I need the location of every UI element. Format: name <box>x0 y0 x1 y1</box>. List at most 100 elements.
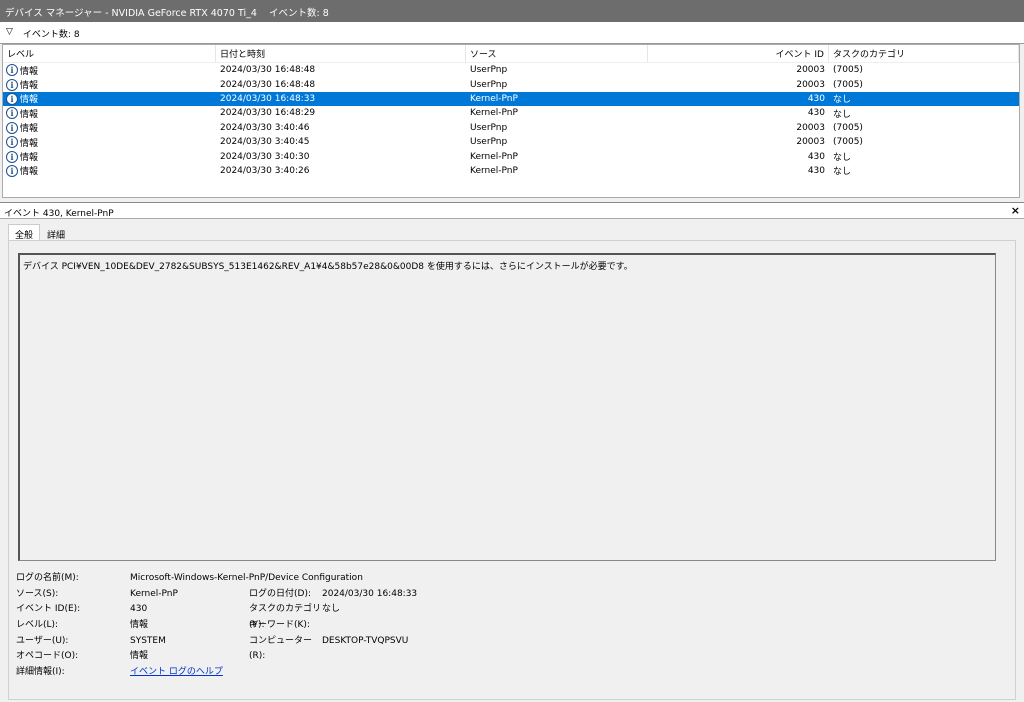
table-row[interactable]: i 情報 2024/03/30 3:40:30 Kernel-PnP 430 なし <box>3 149 1019 163</box>
info-icon: i <box>6 121 18 134</box>
date-cell: 2024/03/30 3:40:45 <box>220 137 310 148</box>
level-cell: i 情報 <box>3 150 216 163</box>
task-category-cell: (7005) <box>833 122 863 133</box>
date-cell: 2024/03/30 16:48:48 <box>220 79 316 90</box>
info-icon: i <box>6 164 18 177</box>
level-text: 情報 <box>20 138 39 149</box>
event-log-help-link[interactable]: イベント ログのヘルプ <box>130 665 223 681</box>
level-text: 情報 <box>20 95 39 106</box>
table-row[interactable]: i 情報 2024/03/30 3:40:26 Kernel-PnP 430 なし <box>3 164 1019 178</box>
event-id-cell: 20003 <box>796 122 825 133</box>
level-cell: i 情報 <box>3 121 216 134</box>
column-source[interactable]: ソース <box>466 45 648 62</box>
table-row[interactable]: i 情報 2024/03/30 16:48:48 UserPnp 20003 (7… <box>3 63 1019 77</box>
level-text: 情報 <box>20 81 39 92</box>
task-category-cell: なし <box>833 109 852 120</box>
event-id-cell: 430 <box>807 165 825 176</box>
source-cell: Kernel-PnP <box>470 151 518 162</box>
source-cell: UserPnp <box>470 79 508 90</box>
task-category-label: タスクのカテゴリ(Y): <box>249 604 322 631</box>
event-id-value: 430 <box>130 604 148 615</box>
event-message[interactable]: デバイス PCI¥VEN_10DE&DEV_2782&SUBSYS_513E14… <box>18 253 996 561</box>
date-value: 2024/03/30 16:48:33 <box>322 588 418 599</box>
info-icon: i <box>6 78 18 91</box>
event-id-cell: 430 <box>807 151 825 162</box>
level-cell: i 情報 <box>3 78 216 91</box>
computer-value: DESKTOP-TVQPSVU <box>322 635 409 646</box>
task-category-cell: なし <box>833 167 852 178</box>
date-cell: 2024/03/30 16:48:33 <box>220 93 316 104</box>
user-value: SYSTEM <box>130 635 166 646</box>
date-label: ログの日付(D): <box>249 588 311 599</box>
date-cell: 2024/03/30 16:48:29 <box>220 108 316 119</box>
date-cell: 2024/03/30 16:48:48 <box>220 65 316 76</box>
level-cell: i 情報 <box>3 92 216 105</box>
date-cell: 2024/03/30 3:40:30 <box>220 151 310 162</box>
task-category-cell: なし <box>833 153 852 164</box>
level-value: 情報 <box>130 620 149 631</box>
level-text: 情報 <box>20 153 39 164</box>
level-cell: i 情報 <box>3 136 216 149</box>
log-name-label: ログの名前(M): <box>16 573 79 583</box>
source-cell: UserPnp <box>470 65 508 76</box>
detail-title: イベント 430, Kernel-PnP <box>4 209 114 219</box>
window-title: デバイス マネージャー - NVIDIA GeForce RTX 4070 Ti… <box>0 0 1024 22</box>
filter-icon[interactable]: ▽ <box>6 27 13 38</box>
source-cell: UserPnp <box>470 122 508 133</box>
level-text: 情報 <box>20 66 39 77</box>
opcode-label: オペコード(O): <box>16 651 79 662</box>
event-list[interactable]: レベル 日付と時刻 ソース イベント ID タスクのカテゴリ i 情報 2024/… <box>2 44 1020 198</box>
task-category-cell: (7005) <box>833 79 863 90</box>
task-category-cell: (7005) <box>833 137 863 148</box>
source-value: Kernel-PnP <box>130 588 178 599</box>
level-cell: i 情報 <box>3 64 216 77</box>
more-info-label: 詳細情報(I): <box>16 667 65 678</box>
computer-label: コンピューター(R): <box>249 635 313 662</box>
level-cell: i 情報 <box>3 164 216 177</box>
event-count: イベント数: 8 <box>22 30 80 40</box>
task-category-cell: (7005) <box>833 65 863 76</box>
opcode-value: 情報 <box>130 651 149 662</box>
source-cell: Kernel-PnP <box>470 93 518 104</box>
filter-bar: ▽ イベント数: 8 <box>0 22 1024 44</box>
date-cell: 2024/03/30 3:40:26 <box>220 165 310 176</box>
source-cell: Kernel-PnP <box>470 165 518 176</box>
info-icon: i <box>6 150 18 163</box>
event-properties: ログの名前(M): Microsoft-Windows-Kernel-PnP/De… <box>16 571 417 681</box>
task-category-cell: なし <box>833 95 852 106</box>
event-id-cell: 20003 <box>796 65 825 76</box>
column-task-category[interactable]: タスクのカテゴリ <box>829 45 1019 62</box>
event-id-cell: 20003 <box>796 79 825 90</box>
table-row[interactable]: i 情報 2024/03/30 3:40:45 UserPnp 20003 (70… <box>3 135 1019 149</box>
tab-details[interactable]: 詳細 <box>40 224 72 241</box>
column-event-id[interactable]: イベント ID <box>648 45 829 62</box>
table-row[interactable]: i 情報 2024/03/30 3:40:46 UserPnp 20003 (70… <box>3 121 1019 135</box>
detail-header: イベント 430, Kernel-PnP × <box>0 202 1024 219</box>
log-name-value: Microsoft-Windows-Kernel-PnP/Device Conf… <box>130 573 363 583</box>
keyword-label: キーワード(K): <box>249 620 310 631</box>
info-icon: i <box>6 107 18 120</box>
user-label: ユーザー(U): <box>16 635 69 646</box>
task-category-value: なし <box>322 604 341 615</box>
column-level[interactable]: レベル <box>3 45 216 62</box>
close-icon[interactable]: × <box>1011 205 1020 216</box>
column-date[interactable]: 日付と時刻 <box>216 45 466 62</box>
info-icon: i <box>6 136 18 149</box>
event-id-cell: 430 <box>807 108 825 119</box>
level-label: レベル(L): <box>16 620 59 631</box>
level-text: 情報 <box>20 109 39 120</box>
table-row[interactable]: i 情報 2024/03/30 16:48:48 UserPnp 20003 (7… <box>3 77 1019 91</box>
event-id-cell: 430 <box>807 93 825 104</box>
event-id-label: イベント ID(E): <box>16 604 81 615</box>
level-text: 情報 <box>20 167 39 178</box>
event-id-cell: 20003 <box>796 137 825 148</box>
source-cell: Kernel-PnP <box>470 108 518 119</box>
source-label: ソース(S): <box>16 588 59 599</box>
info-icon: i <box>6 92 18 105</box>
list-header: レベル 日付と時刻 ソース イベント ID タスクのカテゴリ <box>3 45 1019 63</box>
level-cell: i 情報 <box>3 107 216 120</box>
date-cell: 2024/03/30 3:40:46 <box>220 122 310 133</box>
table-row[interactable]: i 情報 2024/03/30 16:48:33 Kernel-PnP 430 な… <box>3 91 1019 107</box>
table-row[interactable]: i 情報 2024/03/30 16:48:29 Kernel-PnP 430 な… <box>3 106 1019 120</box>
tab-general[interactable]: 全般 <box>8 224 41 241</box>
